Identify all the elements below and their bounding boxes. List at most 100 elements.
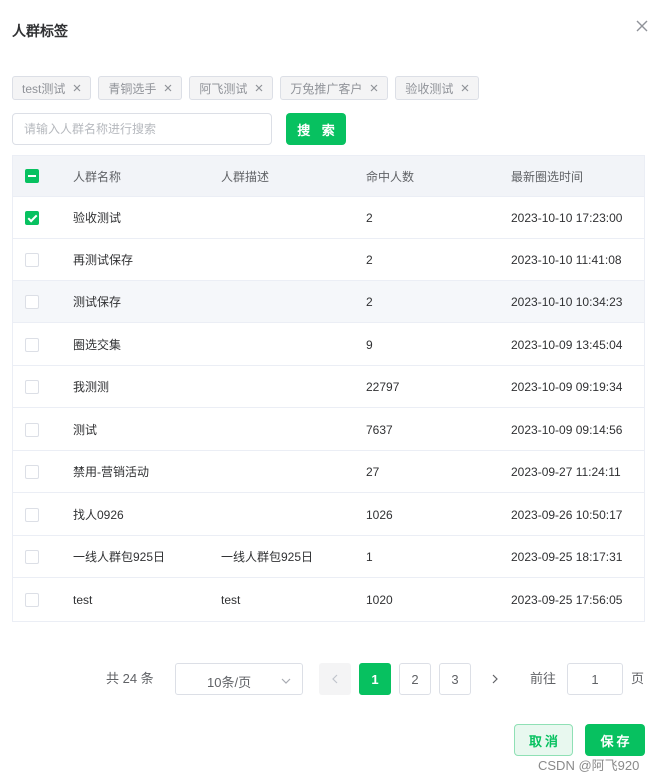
- chevron-left-icon: [332, 674, 338, 684]
- row-checkbox[interactable]: [25, 593, 39, 607]
- row-time: 2023-10-09 13:45:04: [511, 337, 623, 352]
- row-name: 再测试保存: [73, 253, 134, 267]
- table-row[interactable]: 测试 7637 2023-10-09 09:14:56: [13, 409, 644, 451]
- select-all-checkbox[interactable]: [25, 169, 39, 183]
- table-row[interactable]: test test 1020 2023-09-25 17:56:05: [13, 579, 644, 621]
- row-check-cell: [25, 579, 41, 621]
- row-time: 2023-10-10 10:34:23: [511, 294, 623, 309]
- row-name: 禁用-营销活动: [73, 465, 149, 479]
- column-header-name: 人群名称: [73, 169, 122, 184]
- table-row[interactable]: 圈选交集 9 2023-10-09 13:45:04: [13, 324, 644, 366]
- prev-page-button[interactable]: [319, 663, 351, 695]
- column-header-hits: 命中人数: [366, 169, 415, 184]
- row-name: 找人0926: [73, 508, 124, 522]
- row-name: 验收测试: [73, 211, 122, 225]
- row-time: 2023-09-27 11:24:11: [511, 464, 621, 479]
- close-icon[interactable]: [633, 17, 651, 35]
- table-header: 人群名称 人群描述 命中人数 最新圈选时间: [13, 156, 644, 197]
- row-time: 2023-10-10 11:41:08: [511, 252, 622, 267]
- row-checkbox[interactable]: [25, 210, 39, 225]
- page-button-2[interactable]: 2: [399, 663, 431, 695]
- watermark: CSDN @阿飞920: [538, 758, 640, 773]
- row-check-cell: [25, 239, 41, 280]
- row-name: 我测测: [73, 380, 110, 394]
- table-row[interactable]: 我测测 22797 2023-10-09 09:19:34: [13, 366, 644, 408]
- dialog-title: 人群标签: [12, 23, 68, 39]
- row-hits: 2: [366, 210, 373, 225]
- row-name: 圈选交集: [73, 338, 122, 352]
- row-checkbox[interactable]: [25, 337, 39, 352]
- row-desc: test: [221, 593, 241, 607]
- page-button-1[interactable]: 1: [359, 663, 391, 695]
- row-check-cell: [25, 494, 41, 535]
- page-size-label: 10条/页: [207, 675, 252, 690]
- row-checkbox[interactable]: [25, 464, 39, 479]
- row-checkbox[interactable]: [25, 252, 39, 267]
- row-check-cell: [25, 451, 41, 492]
- tag-item: 验收测试: [395, 76, 480, 100]
- search-input[interactable]: [12, 113, 272, 145]
- row-hits: 27: [366, 464, 380, 479]
- tag-label: 万兔推广客户: [290, 81, 363, 96]
- tag-label: test测试: [22, 81, 66, 96]
- row-checkbox[interactable]: [25, 379, 39, 394]
- row-time: 2023-09-25 18:17:31: [511, 549, 623, 564]
- row-checkbox[interactable]: [25, 422, 39, 437]
- row-checkbox[interactable]: [25, 507, 39, 522]
- tag-close-icon[interactable]: [253, 82, 265, 94]
- crowd-table: 人群名称 人群描述 命中人数 最新圈选时间 验收测试 2 2023-10-10 …: [12, 155, 645, 622]
- column-header-time: 最新圈选时间: [511, 169, 584, 184]
- table-row[interactable]: 找人0926 1026 2023-09-26 10:50:17: [13, 494, 644, 536]
- row-hits: 1020: [366, 593, 393, 607]
- row-hits: 7637: [366, 422, 393, 437]
- row-name: 测试保存: [73, 295, 122, 309]
- row-hits: 2: [366, 252, 373, 267]
- row-check-cell: [25, 281, 41, 322]
- row-check-cell: [25, 536, 41, 577]
- row-name: test: [73, 593, 93, 607]
- tag-item: 万兔推广客户: [280, 76, 389, 100]
- table-row[interactable]: 测试保存 2 2023-10-10 10:34:23: [13, 281, 644, 323]
- row-hits: 1026: [366, 507, 393, 522]
- row-checkbox[interactable]: [25, 549, 39, 564]
- tag-close-icon[interactable]: [162, 82, 174, 94]
- column-header-desc: 人群描述: [221, 169, 270, 184]
- row-hits: 1: [366, 549, 373, 564]
- row-hits: 2: [366, 294, 373, 309]
- tag-item: 青铜选手: [98, 76, 183, 100]
- crowd-tag-dialog: 人群标签 test测试 青铜选手 阿飞测试 万兔推广客户 验收测试 搜 索: [0, 0, 666, 781]
- jump-page-input[interactable]: [567, 663, 623, 695]
- tag-label: 青铜选手: [108, 81, 157, 96]
- save-button[interactable]: 保存: [585, 724, 645, 756]
- row-check-cell: [25, 409, 41, 450]
- tag-item: 阿飞测试: [189, 76, 274, 100]
- row-hits: 22797: [366, 379, 400, 394]
- page-button-3[interactable]: 3: [439, 663, 471, 695]
- chevron-down-icon: [280, 675, 292, 687]
- row-name: 测试: [73, 423, 98, 437]
- tag-close-icon[interactable]: [368, 82, 380, 94]
- row-check-cell: [25, 197, 41, 238]
- row-checkbox[interactable]: [25, 294, 39, 309]
- row-name: 一线人群包925日: [73, 550, 166, 564]
- table-row[interactable]: 再测试保存 2 2023-10-10 11:41:08: [13, 239, 644, 281]
- cancel-button[interactable]: 取消: [514, 724, 573, 756]
- jump-unit: 页: [631, 671, 645, 686]
- jump-label: 前往: [530, 671, 557, 686]
- tag-close-icon[interactable]: [71, 82, 83, 94]
- chevron-right-icon: [492, 674, 498, 684]
- table-row[interactable]: 验收测试 2 2023-10-10 17:23:00: [13, 197, 644, 239]
- row-time: 2023-10-09 09:19:34: [511, 379, 623, 394]
- table-row[interactable]: 一线人群包925日 一线人群包925日 1 2023-09-25 18:17:3…: [13, 536, 644, 578]
- next-page-button[interactable]: [479, 663, 511, 695]
- table-row[interactable]: 禁用-营销活动 27 2023-09-27 11:24:11: [13, 451, 644, 493]
- tag-close-icon[interactable]: [459, 82, 471, 94]
- row-desc: 一线人群包925日: [221, 550, 314, 564]
- row-check-cell: [25, 366, 41, 407]
- search-button[interactable]: 搜 索: [286, 113, 346, 145]
- page-size-select[interactable]: 10条/页: [175, 663, 303, 695]
- row-hits: 9: [366, 337, 373, 352]
- tag-label: 验收测试: [405, 81, 454, 96]
- select-all-cell: [25, 156, 41, 196]
- row-time: 2023-09-26 10:50:17: [511, 507, 623, 522]
